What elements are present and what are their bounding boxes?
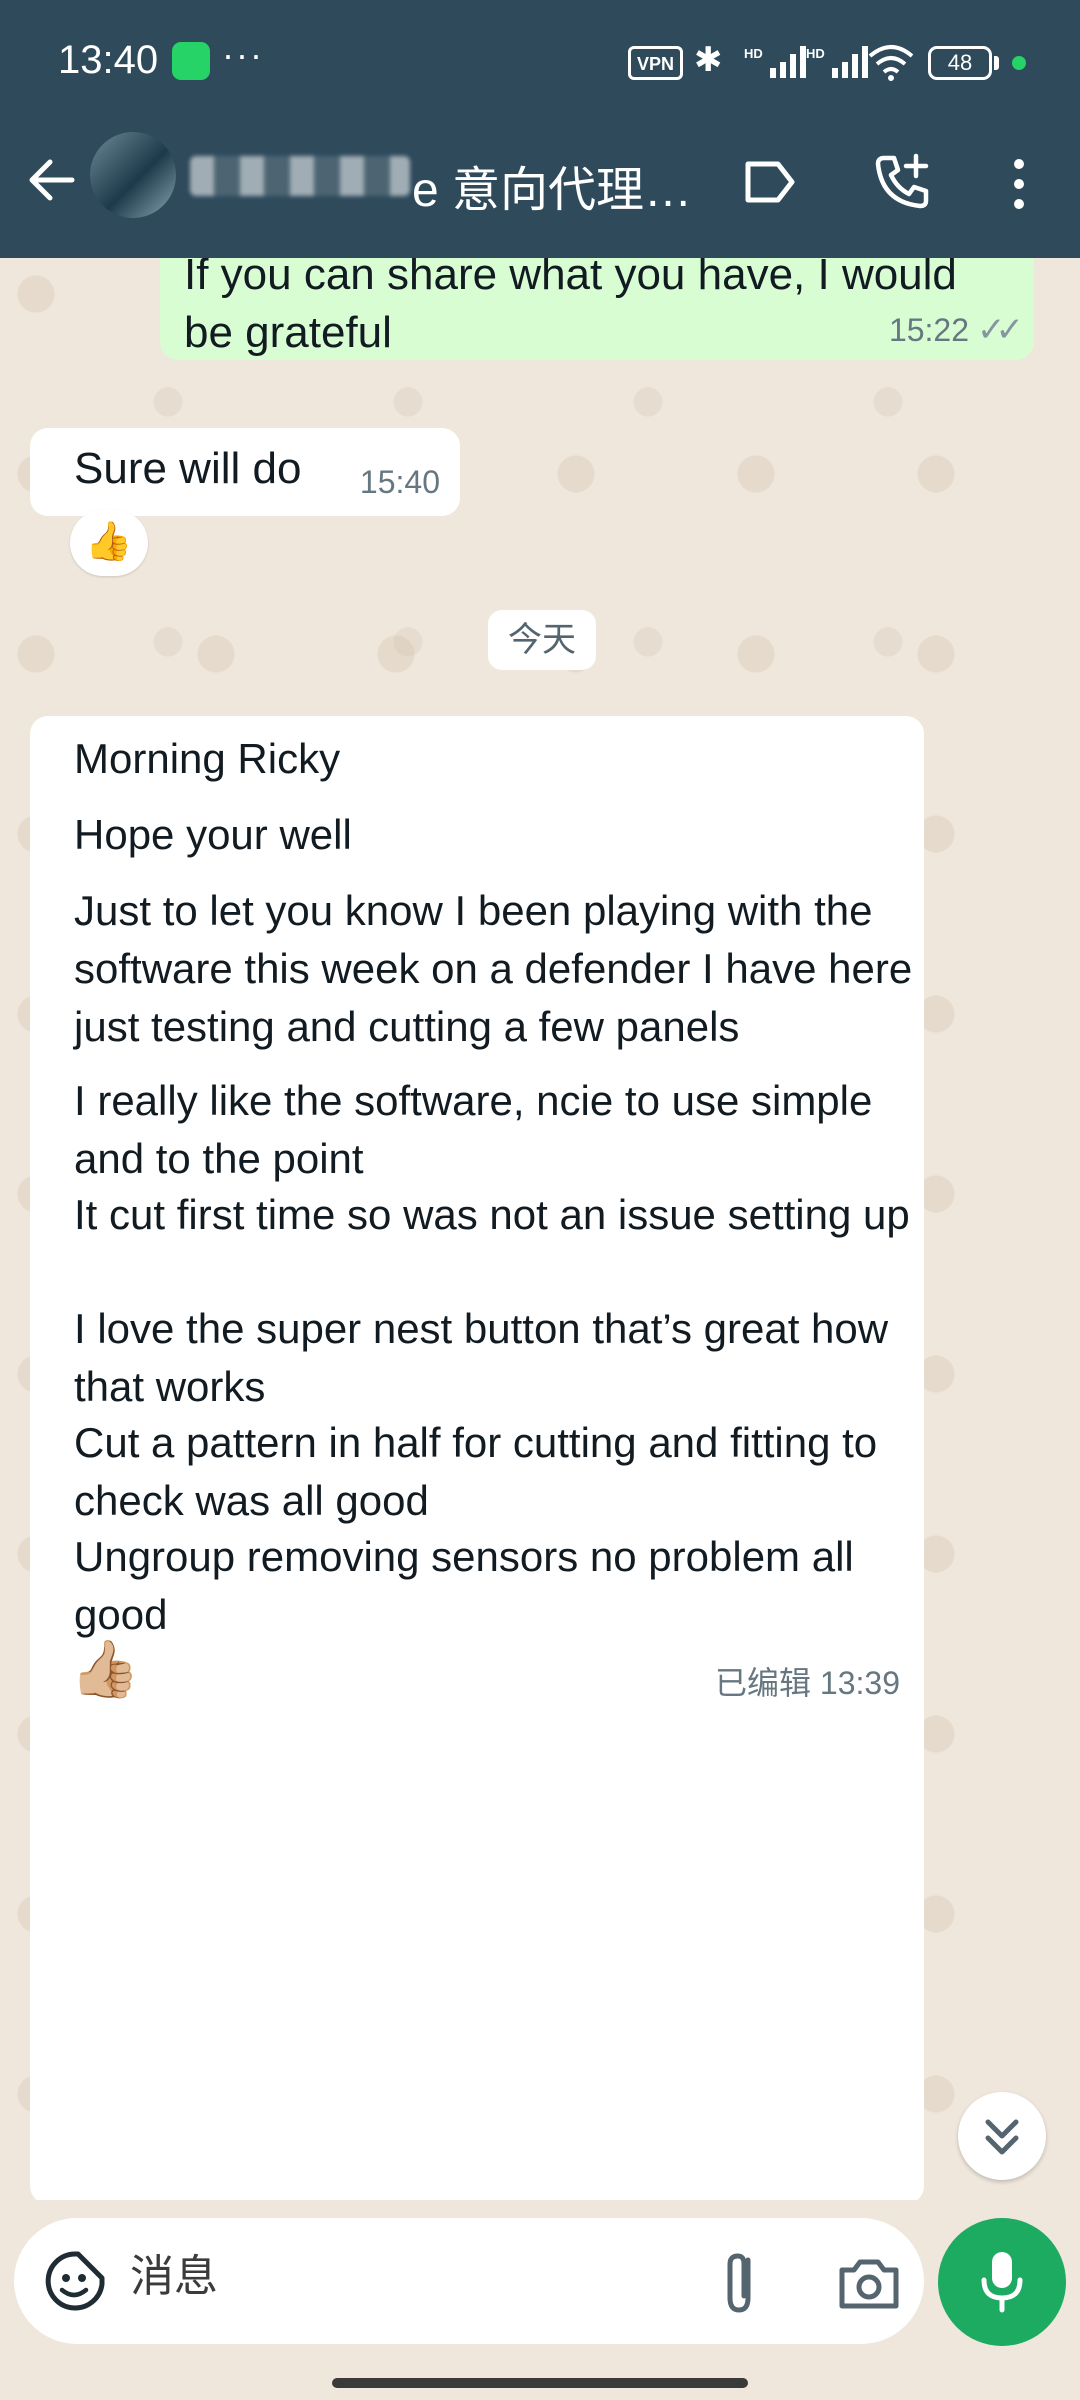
- contact-avatar[interactable]: [90, 132, 176, 218]
- contact-name-redacted[interactable]: [190, 156, 410, 196]
- wifi-icon: [868, 45, 914, 81]
- svg-text:HD: HD: [806, 46, 825, 61]
- vpn-icon: VPN: [628, 46, 684, 80]
- mic-icon: [981, 2252, 1023, 2313]
- message-composer: [14, 2218, 924, 2344]
- message-text: Sure will do: [74, 444, 302, 493]
- message-time: 15:40: [359, 464, 440, 500]
- double-chevron-down-icon: [985, 2119, 1019, 2155]
- incoming-message[interactable]: Morning Ricky Hope your well Just to let…: [30, 716, 924, 2200]
- thumbs-up-reaction[interactable]: 👍🏼: [70, 1636, 140, 1702]
- more-notifications-icon: ···: [222, 34, 264, 75]
- signal-hd-icon: HD: [806, 46, 868, 78]
- message-text: If you can share what you have, I would …: [184, 258, 957, 357]
- outgoing-message[interactable]: If you can share what you have, I would …: [160, 258, 1034, 360]
- status-time: 13:40: [58, 38, 159, 82]
- chat-header: e 意向代理…: [0, 120, 1080, 258]
- message-paragraph: Morning Ricky: [74, 735, 341, 782]
- more-vert-icon[interactable]: [1004, 152, 1034, 216]
- back-arrow-icon[interactable]: [22, 150, 82, 210]
- attach-icon[interactable]: [714, 2246, 764, 2318]
- chat-title[interactable]: e 意向代理…: [412, 150, 692, 220]
- whatsapp-icon: [172, 42, 210, 80]
- privacy-indicator-dot: [1012, 56, 1026, 70]
- svg-text:HD: HD: [744, 46, 763, 61]
- signal-hd-icon: HD: [744, 46, 806, 78]
- home-indicator[interactable]: [332, 2378, 748, 2388]
- edited-label: 已编辑: [715, 1665, 812, 1701]
- message-meta: 15:22 ✓✓: [888, 310, 1024, 350]
- date-divider: 今天: [488, 610, 596, 670]
- battery-icon: 48: [928, 46, 992, 80]
- message-paragraph: It cut first time so was not an issue se…: [74, 1191, 910, 1238]
- top-bar: 13:40 ··· VPN ✱ HD HD 48 e 意向代理…: [0, 0, 1080, 258]
- scroll-to-bottom-button[interactable]: [958, 2092, 1046, 2180]
- sticker-emoji-icon[interactable]: [42, 2248, 108, 2314]
- message-paragraph: Hope your well: [74, 811, 352, 858]
- message-time: 13:39: [819, 1665, 900, 1701]
- read-receipt-icon: ✓✓: [977, 311, 1024, 349]
- status-bar: 13:40 ··· VPN ✱ HD HD 48: [0, 0, 1080, 120]
- incoming-message[interactable]: Sure will do 15:40: [30, 428, 460, 516]
- label-icon[interactable]: [742, 156, 798, 208]
- message-paragraph: Ungroup removing sensors no problem all …: [74, 1533, 854, 1638]
- message-time: 15:22: [888, 312, 970, 348]
- chat-area[interactable]: If you can share what you have, I would …: [0, 258, 1080, 2200]
- message-meta: 已编辑 13:39: [715, 1658, 900, 1704]
- thumbs-up-reaction[interactable]: 👍: [70, 510, 148, 576]
- add-call-icon[interactable]: [870, 150, 934, 214]
- message-paragraph: I really like the software, ncie to use …: [74, 1077, 873, 1182]
- battery-tip: [994, 56, 999, 70]
- message-paragraph: Cut a pattern in half for cutting and fi…: [74, 1419, 878, 1524]
- message-input[interactable]: [130, 2242, 690, 2312]
- voice-message-button[interactable]: [938, 2218, 1066, 2346]
- bluetooth-icon: ✱: [694, 41, 723, 79]
- message-paragraph: Just to let you know I been playing with…: [74, 887, 913, 1050]
- camera-icon[interactable]: [836, 2254, 902, 2312]
- message-paragraph: I love the super nest button that’s grea…: [74, 1305, 889, 1410]
